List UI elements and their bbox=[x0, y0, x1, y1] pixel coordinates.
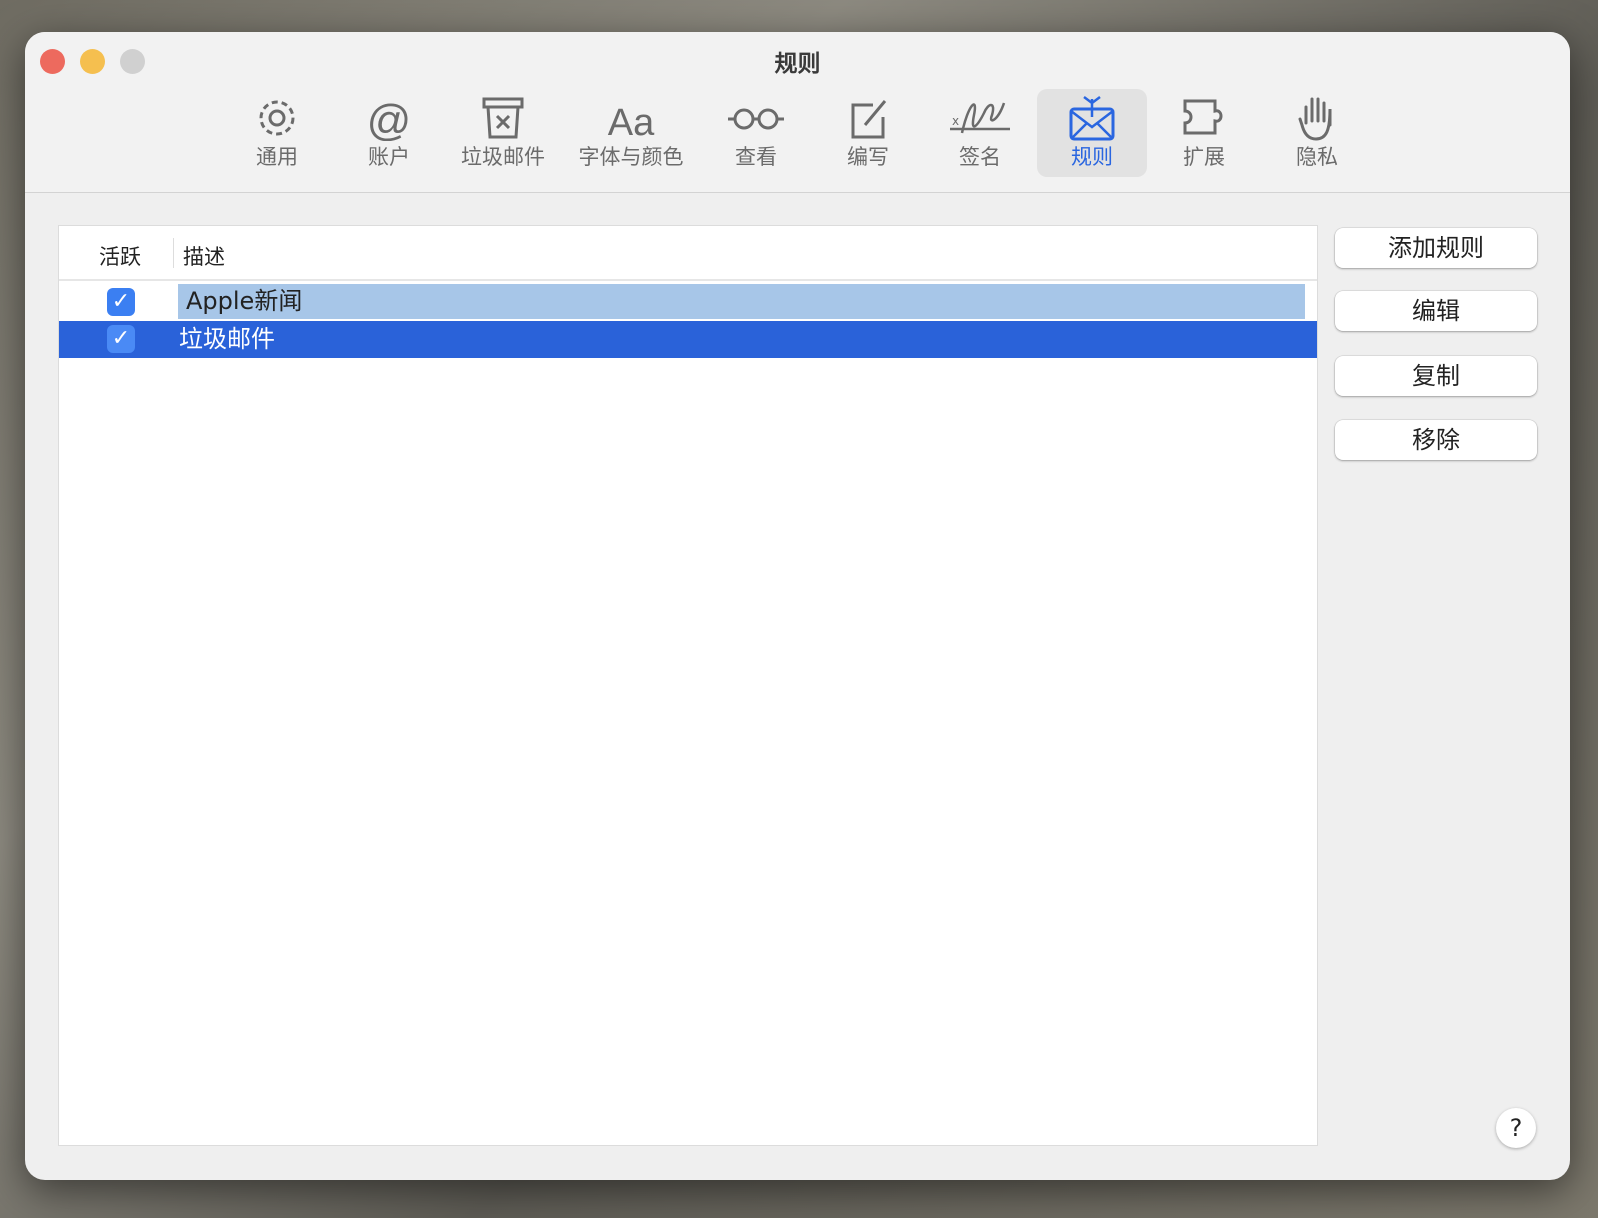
duplicate-button[interactable]: 复制 bbox=[1335, 356, 1537, 396]
tab-junk[interactable]: 垃圾邮件 bbox=[448, 89, 558, 177]
remove-button[interactable]: 移除 bbox=[1335, 420, 1537, 460]
svg-text:Aa: Aa bbox=[608, 102, 655, 141]
rules-table: 活跃 描述 ✓ Apple新闻 ✓ 垃圾邮件 bbox=[58, 225, 1318, 1146]
tab-fonts-colors[interactable]: Aa 字体与颜色 bbox=[566, 89, 696, 177]
glasses-icon bbox=[728, 108, 784, 130]
hand-icon bbox=[1298, 97, 1332, 141]
toolbar: 规则 通用 @ 账户 垃圾邮件 Aa 字体与颜色 查看 编写 x 签名 规则 扩… bbox=[25, 32, 1570, 193]
table-row[interactable]: ✓ Apple新闻 bbox=[59, 284, 1317, 321]
column-header-active[interactable]: 活跃 bbox=[99, 241, 141, 271]
rules-preferences-window: 规则 通用 @ 账户 垃圾邮件 Aa 字体与颜色 查看 编写 x 签名 规则 扩… bbox=[25, 32, 1570, 1180]
compose-icon bbox=[851, 100, 887, 139]
window-title: 规则 bbox=[774, 51, 821, 77]
table-row-selected[interactable]: ✓ 垃圾邮件 bbox=[59, 321, 1317, 358]
help-button[interactable]: ? bbox=[1496, 1108, 1536, 1148]
rule-description[interactable]: Apple新闻 bbox=[178, 284, 1305, 319]
tab-signatures[interactable]: x 签名 bbox=[925, 89, 1035, 177]
gear-icon bbox=[259, 100, 295, 136]
add-rule-button[interactable]: 添加规则 bbox=[1335, 228, 1537, 268]
column-divider bbox=[173, 238, 174, 268]
tab-viewing[interactable]: 查看 bbox=[701, 89, 811, 177]
svg-text:x: x bbox=[952, 114, 959, 128]
active-checkbox[interactable]: ✓ bbox=[107, 288, 135, 316]
font-icon: Aa bbox=[608, 102, 655, 141]
rule-description[interactable]: 垃圾邮件 bbox=[171, 321, 275, 358]
column-header-description[interactable]: 描述 bbox=[183, 241, 225, 271]
edit-button[interactable]: 编辑 bbox=[1335, 291, 1537, 331]
tab-rules[interactable]: 规则 bbox=[1037, 89, 1147, 177]
at-icon: @ bbox=[367, 96, 412, 141]
active-checkbox[interactable]: ✓ bbox=[107, 325, 135, 353]
tab-composing[interactable]: 编写 bbox=[813, 89, 923, 177]
puzzle-icon bbox=[1183, 99, 1223, 135]
table-header: 活跃 描述 bbox=[59, 226, 1317, 281]
svg-text:@: @ bbox=[367, 96, 412, 141]
tab-privacy[interactable]: 隐私 bbox=[1262, 89, 1372, 177]
junk-bin-icon bbox=[482, 97, 524, 139]
tab-extensions[interactable]: 扩展 bbox=[1149, 89, 1259, 177]
signature-icon: x bbox=[950, 102, 1010, 134]
tab-general[interactable]: 通用 bbox=[222, 89, 332, 177]
tab-accounts[interactable]: @ 账户 bbox=[334, 89, 444, 177]
rules-envelope-icon bbox=[1069, 96, 1115, 141]
